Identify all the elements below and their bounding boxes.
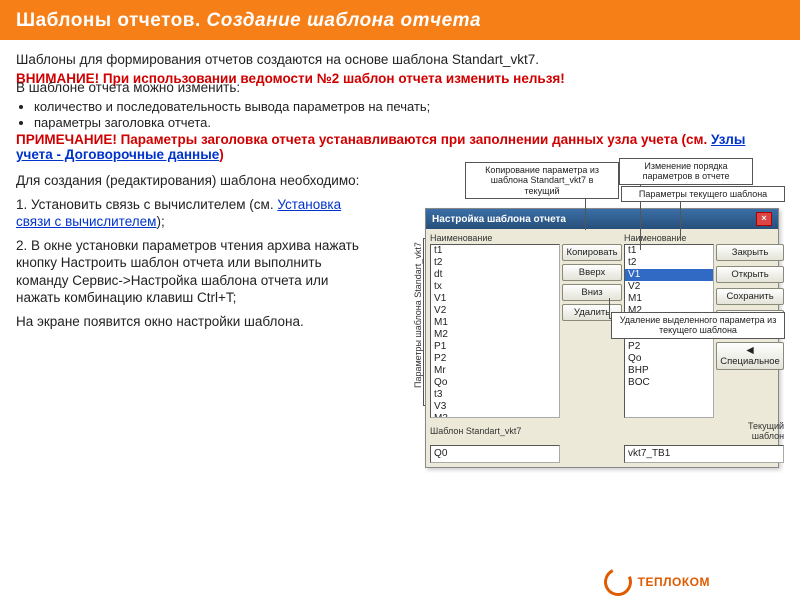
- list-item[interactable]: P1: [431, 341, 559, 353]
- template-left-label: Шаблон Standart_vkt7: [430, 426, 560, 437]
- content-body: Шаблоны для формирования отчетов создают…: [0, 40, 800, 336]
- save-button[interactable]: Сохранить: [716, 288, 784, 305]
- close-icon[interactable]: ×: [756, 212, 772, 226]
- list-item[interactable]: M1: [431, 317, 559, 329]
- callout-delete: Удаление выделенного параметра из текуще…: [611, 312, 785, 339]
- list-item[interactable]: V1: [431, 293, 559, 305]
- list-item[interactable]: V1: [625, 269, 713, 281]
- up-button[interactable]: Вверх: [562, 264, 622, 281]
- dialog-screenshot: Копирование параметра из шаблона Standar…: [385, 168, 784, 336]
- header-part-2: Создание шаблона отчета: [207, 10, 482, 31]
- list-item[interactable]: P2: [625, 341, 713, 353]
- note-tail: ): [219, 147, 224, 162]
- callout-copy: Копирование параметра из шаблона Standar…: [465, 162, 619, 199]
- side-label: Параметры шаблона Standart_vkt7: [413, 238, 423, 388]
- special-button[interactable]: ◀ Специальное: [716, 342, 784, 370]
- list-item[interactable]: M3: [431, 413, 559, 418]
- list-item[interactable]: V2: [431, 305, 559, 317]
- list-item[interactable]: Mr: [431, 365, 559, 377]
- close-button[interactable]: Закрыть: [716, 244, 784, 261]
- list-item[interactable]: Qo: [431, 377, 559, 389]
- change-list: количество и последовательность вывода п…: [34, 99, 784, 130]
- logo: ТЕПЛОКОМ: [604, 568, 710, 596]
- list-item[interactable]: dt: [431, 269, 559, 281]
- list-item[interactable]: t2: [625, 257, 713, 269]
- bullet-1: количество и последовательность вывода п…: [34, 99, 784, 114]
- step-intro: Для создания (редактирования) шаблона не…: [16, 172, 375, 190]
- list-item[interactable]: tx: [431, 281, 559, 293]
- callout-order: Изменение порядка параметров в отчете: [619, 158, 753, 185]
- step-1: 1. Установить связь с вычислителем (см. …: [16, 196, 375, 231]
- page-header: Шаблоны отчетов. Создание шаблона отчета: [0, 0, 800, 40]
- col-head-right: Наименование: [624, 233, 714, 244]
- list-item[interactable]: t1: [625, 245, 713, 257]
- list-item[interactable]: V2: [625, 281, 713, 293]
- field-right[interactable]: vkt7_ТВ1: [624, 445, 784, 463]
- left-listbox[interactable]: t1t2dttxV1V2M1M2P1P2MrQot3V3M3P3QrBHPBOC: [430, 244, 560, 418]
- copy-button[interactable]: Копировать: [562, 244, 622, 261]
- dialog-title: Настройка шаблона отчета: [432, 214, 566, 225]
- logo-text: ТЕПЛОКОМ: [638, 575, 710, 589]
- instructions-column: Для создания (редактирования) шаблона не…: [16, 168, 379, 336]
- list-item[interactable]: t2: [431, 257, 559, 269]
- list-item[interactable]: t3: [431, 389, 559, 401]
- step-2: 2. В окне установки параметров чтения ар…: [16, 237, 375, 307]
- bullet-2: параметры заголовка отчета.: [34, 115, 784, 130]
- col-head-left: Наименование: [430, 233, 560, 244]
- field-left[interactable]: Q0: [430, 445, 560, 463]
- note-lead: ПРИМЕЧАНИЕ! Параметры заголовка отчета у…: [16, 132, 711, 147]
- list-item[interactable]: t1: [431, 245, 559, 257]
- dialog-titlebar[interactable]: Настройка шаблона отчета ×: [426, 209, 778, 229]
- step-3: На экране появится окно настройки шаблон…: [16, 313, 375, 331]
- list-item[interactable]: BOC: [625, 377, 713, 389]
- header-part-1: Шаблоны отчетов.: [16, 10, 207, 31]
- intro-text: Шаблоны для формирования отчетов создают…: [16, 52, 784, 67]
- template-right-label: Текущий шаблон: [716, 421, 784, 442]
- list-item[interactable]: M1: [625, 293, 713, 305]
- open-button[interactable]: Открыть: [716, 266, 784, 283]
- down-button[interactable]: Вниз: [562, 284, 622, 301]
- list-item[interactable]: M2: [431, 329, 559, 341]
- logo-icon: [600, 564, 636, 600]
- list-item[interactable]: Qo: [625, 353, 713, 365]
- list-item[interactable]: BHP: [625, 365, 713, 377]
- list-item[interactable]: P2: [431, 353, 559, 365]
- callout-current-params: Параметры текущего шаблона: [621, 186, 785, 202]
- list-item[interactable]: V3: [431, 401, 559, 413]
